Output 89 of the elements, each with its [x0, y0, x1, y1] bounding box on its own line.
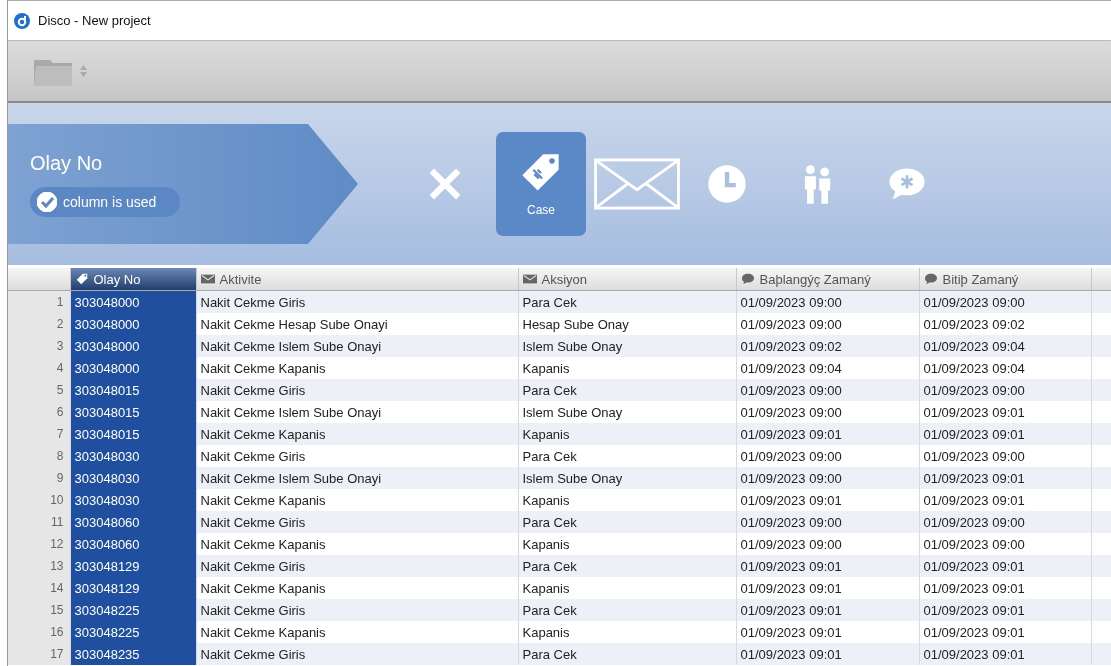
row-number: 14	[8, 577, 70, 599]
row-number: 6	[8, 401, 70, 423]
table-cell: Para Cek	[518, 511, 736, 533]
table-cell: Kapanis	[518, 423, 736, 445]
table-cell: Islem Sube Onay	[518, 467, 736, 489]
case-button[interactable]: Case	[496, 132, 586, 236]
table-cell: 303048129	[70, 555, 196, 577]
table-cell: 01/09/2023 09:01	[919, 599, 1091, 621]
table-cell: Nakit Cekme Giris	[196, 379, 518, 401]
table-cell: 01/09/2023 09:01	[919, 555, 1091, 577]
table-cell: 303048015	[70, 379, 196, 401]
table-cell: 01/09/2023 09:00	[919, 290, 1091, 313]
row-number: 10	[8, 489, 70, 511]
row-number: 4	[8, 357, 70, 379]
table-cell: Para Cek	[518, 555, 736, 577]
row-number: 8	[8, 445, 70, 467]
table-cell: 01/09/2023 09:00	[919, 511, 1091, 533]
table-cell: 303048225	[70, 621, 196, 643]
envelope-icon	[522, 273, 537, 285]
column-header[interactable]: Aksiyon	[518, 268, 736, 291]
table-cell: 303048129	[70, 577, 196, 599]
table-cell: Nakit Cekme Islem Sube Onayi	[196, 467, 518, 489]
row-number: 17	[8, 643, 70, 665]
table-cell: 303048000	[70, 357, 196, 379]
table-cell: Nakit Cekme Giris	[196, 511, 518, 533]
table-cell: 303048000	[70, 335, 196, 357]
table-cell: 01/09/2023 09:01	[919, 643, 1091, 665]
column-header[interactable]: Aktivite	[196, 268, 518, 291]
table-cell: 303048030	[70, 489, 196, 511]
row-number: 13	[8, 555, 70, 577]
table-cell: 01/09/2023 09:00	[736, 511, 919, 533]
table-cell: 303048060	[70, 511, 196, 533]
table-cell: 303048015	[70, 401, 196, 423]
table-cell: Nakit Cekme Giris	[196, 290, 518, 313]
row-number: 12	[8, 533, 70, 555]
envelope-icon	[200, 273, 215, 285]
speech-bubble-icon	[740, 273, 755, 285]
envelope-icon	[593, 158, 681, 210]
table-cell: 303048060	[70, 533, 196, 555]
column-name: Olay No	[30, 151, 104, 175]
table-cell: 01/09/2023 09:01	[736, 555, 919, 577]
column-used-toggle[interactable]: column is used	[30, 186, 181, 217]
table-cell: 01/09/2023 09:02	[736, 335, 919, 357]
table-cell: 303048030	[70, 467, 196, 489]
row-number: 5	[8, 379, 70, 401]
table-cell: Para Cek	[518, 599, 736, 621]
row-number: 2	[8, 313, 70, 335]
column-header[interactable]: Bitiþ Zamaný	[919, 268, 1091, 291]
table-cell: 303048235	[70, 643, 196, 665]
table-cell: Nakit Cekme Giris	[196, 599, 518, 621]
table-cell: 01/09/2023 09:01	[736, 643, 919, 665]
corner-header	[8, 268, 70, 291]
clock-icon	[705, 162, 749, 206]
table-cell: Nakit Cekme Islem Sube Onayi	[196, 335, 518, 357]
table-cell: 01/09/2023 09:04	[919, 335, 1091, 357]
row-number: 1	[8, 290, 70, 313]
table-cell: 01/09/2023 09:01	[919, 467, 1091, 489]
sort-arrows-icon[interactable]	[80, 65, 87, 77]
table-cell: 01/09/2023 09:00	[736, 379, 919, 401]
table-cell: 01/09/2023 09:00	[919, 379, 1091, 401]
table-cell: Nakit Cekme Kapanis	[196, 423, 518, 445]
tag-icon	[74, 273, 89, 285]
speech-bubble-icon	[923, 273, 938, 285]
row-number: 16	[8, 621, 70, 643]
row-number: 15	[8, 599, 70, 621]
table-cell: 303048225	[70, 599, 196, 621]
table-cell: 01/09/2023 09:00	[736, 467, 919, 489]
table-cell: 01/09/2023 09:01	[919, 423, 1091, 445]
app-logo-icon	[14, 12, 30, 29]
row-number: 7	[8, 423, 70, 445]
column-header[interactable]: Baþlangýç Zamaný	[736, 268, 919, 291]
row-number: 11	[8, 511, 70, 533]
table-cell: 01/09/2023 09:01	[736, 599, 919, 621]
table-cell: 303048000	[70, 313, 196, 335]
table-cell: 303048000	[70, 290, 196, 313]
table-cell: 303048015	[70, 423, 196, 445]
table-cell: Nakit Cekme Giris	[196, 555, 518, 577]
table-cell: Islem Sube Onay	[518, 335, 736, 357]
table-cell: 01/09/2023 09:00	[736, 290, 919, 313]
row-number: 9	[8, 467, 70, 489]
table-cell: 01/09/2023 09:01	[736, 423, 919, 445]
table-cell: Para Cek	[518, 643, 736, 665]
row-number: 3	[8, 335, 70, 357]
table-cell: Para Cek	[518, 290, 736, 313]
column-header[interactable]: Olay No	[70, 268, 196, 291]
table-cell: Para Cek	[518, 379, 736, 401]
table-cell: 303048030	[70, 445, 196, 467]
table-cell: Nakit Cekme Giris	[196, 643, 518, 665]
window-title: Disco - New project	[38, 13, 151, 28]
